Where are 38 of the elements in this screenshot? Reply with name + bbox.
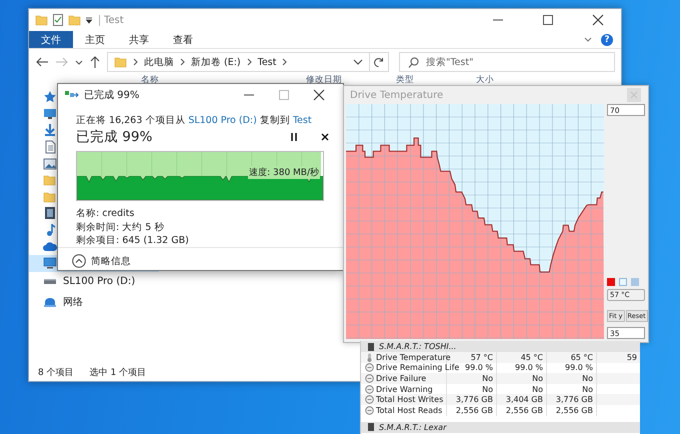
status-text: 8 个项目 xyxy=(38,366,74,379)
attribute-name: Total Host Writes xyxy=(376,395,444,404)
table-cell: 65 °C xyxy=(570,352,593,362)
section-header: S.M.A.R.T.: TOSHI... xyxy=(379,342,456,351)
status-text: 选中 1 个项目 xyxy=(90,366,146,379)
window-title: Test xyxy=(99,14,124,26)
table-cell: No xyxy=(582,374,593,383)
table-cell: 2,556 GB xyxy=(506,406,543,415)
table-cell: No xyxy=(532,374,543,383)
table-cell: 3,776 GB xyxy=(556,395,593,404)
attribute-name: Drive Temperature xyxy=(376,352,451,362)
table-cell: 57 °C xyxy=(470,352,493,362)
table-cell: No xyxy=(532,384,543,394)
table-cell: No xyxy=(482,374,493,383)
attribute-name: Total Host Reads xyxy=(376,406,442,415)
attribute-name: Drive Warning xyxy=(376,384,433,394)
speed-label: 速度: 380 MB/秒 xyxy=(248,166,320,179)
table-cell: 3,404 GB xyxy=(506,395,543,404)
table-cell: 99.0 % xyxy=(515,363,543,372)
detail-text: 剩余时间: 大约 5 秒 xyxy=(76,222,166,233)
section-header: S.M.A.R.T.: Lexar xyxy=(379,422,446,432)
attribute-name: Drive Failure xyxy=(376,374,426,383)
window-title: Drive Temperature xyxy=(350,90,444,100)
table-cell: 99.0 % xyxy=(565,363,593,372)
table-cell: 2,556 GB xyxy=(556,406,593,415)
table-cell: 2,556 GB xyxy=(456,406,493,415)
table-cell: 45 °C xyxy=(520,352,543,362)
table-cell: No xyxy=(582,384,593,394)
copy-status-text: 正在将 16,263 个项目从 SL100 Pro (D:) 复制到 Test xyxy=(76,114,313,127)
detail-text: 剩余项目: 645 (1.32 GB) xyxy=(76,235,190,246)
progress-heading: 已完成 99% xyxy=(76,128,152,146)
table-cell: 59 xyxy=(626,352,637,362)
attribute-name: Drive Remaining Life xyxy=(376,363,460,372)
table-cell: 3,776 GB xyxy=(456,395,493,404)
table-cell: No xyxy=(482,384,493,394)
table-cell: 99.0 % xyxy=(465,363,493,372)
detail-text: 名称: credits xyxy=(76,208,136,220)
dialog-title: 已完成 99% xyxy=(84,88,140,102)
